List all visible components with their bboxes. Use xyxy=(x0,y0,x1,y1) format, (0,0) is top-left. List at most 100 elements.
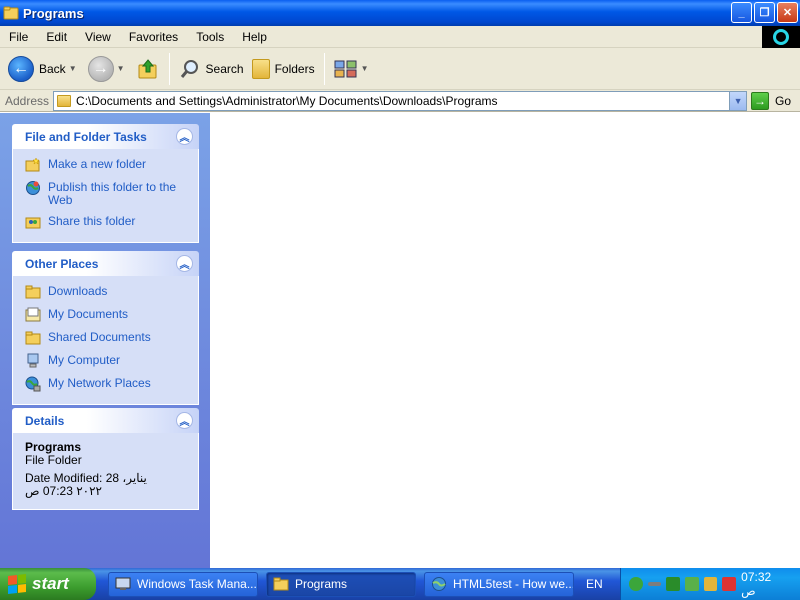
clock[interactable]: 07:32 ص xyxy=(741,570,788,598)
panel-header[interactable]: Details ︽ xyxy=(12,408,199,433)
panel-title: Details xyxy=(25,413,65,428)
place-label: My Network Places xyxy=(48,376,151,390)
up-button[interactable] xyxy=(132,51,164,87)
place-label: Shared Documents xyxy=(48,330,151,344)
panel-header[interactable]: File and Folder Tasks ︽ xyxy=(12,124,199,149)
menu-favorites[interactable]: Favorites xyxy=(120,30,187,44)
back-label: Back xyxy=(39,61,66,76)
details-panel: Details ︽ Programs File Folder Date Modi… xyxy=(12,408,199,510)
back-button[interactable]: ← Back ▼ xyxy=(4,51,84,87)
update-icon[interactable] xyxy=(703,577,718,591)
panel-body: Programs File Folder Date Modified: 28 ي… xyxy=(12,433,199,510)
address-dropdown-icon[interactable]: ▼ xyxy=(729,91,747,110)
menu-help[interactable]: Help xyxy=(233,30,276,44)
details-type: File Folder xyxy=(25,453,82,467)
search-label: Search xyxy=(205,61,244,76)
taskbar-item-task-manager[interactable]: Windows Task Mana... xyxy=(108,571,258,597)
task-pane: File and Folder Tasks ︽ Make a new folde… xyxy=(0,113,210,568)
back-arrow-icon: ← xyxy=(8,55,34,82)
forward-arrow-icon: → xyxy=(87,55,114,82)
toolbar-separator xyxy=(168,52,170,85)
place-label: My Computer xyxy=(48,353,121,367)
collapse-icon[interactable]: ︽ xyxy=(176,128,193,145)
task-make-new-folder[interactable]: Make a new folder xyxy=(25,157,198,173)
go-button[interactable]: → Go xyxy=(751,91,791,110)
search-button[interactable]: Search xyxy=(175,51,248,87)
menu-file[interactable]: File xyxy=(0,30,37,44)
toolbar: ← Back ▼ → ▼ Search Folders ▼ xyxy=(0,48,800,90)
panel-title: File and Folder Tasks xyxy=(25,129,147,144)
windows-logo-icon xyxy=(762,26,800,48)
file-folder-tasks-panel: File and Folder Tasks ︽ Make a new folde… xyxy=(12,124,199,243)
close-button[interactable]: ✕ xyxy=(777,2,798,23)
utorrent-icon[interactable] xyxy=(629,577,643,591)
minimize-button[interactable]: _ xyxy=(731,2,752,23)
folder-icon xyxy=(25,285,41,299)
restore-button[interactable]: ❐ xyxy=(754,2,775,23)
my-documents-icon xyxy=(25,307,41,322)
address-bar: Address C:\Documents and Settings\Admini… xyxy=(0,90,800,112)
title-bar: Programs _ ❐ ✕ xyxy=(0,0,800,26)
start-button[interactable]: start xyxy=(0,568,96,600)
panel-title: Other Places xyxy=(25,256,99,271)
share-folder-icon xyxy=(25,217,41,229)
browser-globe-icon xyxy=(432,577,446,591)
menu-edit[interactable]: Edit xyxy=(37,30,76,44)
place-my-documents[interactable]: My Documents xyxy=(25,307,198,323)
network-cable-icon[interactable] xyxy=(647,582,662,586)
taskbar-item-programs[interactable]: Programs xyxy=(266,571,416,597)
address-path[interactable]: C:\Documents and Settings\Administrator\… xyxy=(76,94,498,108)
collapse-icon[interactable]: ︽ xyxy=(176,412,193,429)
folder-icon xyxy=(273,577,289,591)
collapse-icon[interactable]: ︽ xyxy=(176,255,193,272)
task-label: Share this folder xyxy=(48,214,136,228)
place-my-network-places[interactable]: My Network Places xyxy=(25,376,198,392)
window-controls: _ ❐ ✕ xyxy=(731,2,798,23)
taskbar-item-label: Programs xyxy=(295,577,348,591)
publish-web-icon xyxy=(26,181,40,195)
shield-icon[interactable] xyxy=(722,577,737,591)
taskbar-item-label: Windows Task Mana... xyxy=(137,577,257,591)
forward-dropdown-icon[interactable]: ▼ xyxy=(117,64,125,73)
taskbar: start Windows Task Mana... Programs HTML… xyxy=(0,568,800,600)
views-button[interactable]: ▼ xyxy=(330,51,376,87)
address-input[interactable]: C:\Documents and Settings\Administrator\… xyxy=(53,90,748,111)
folders-button[interactable]: Folders xyxy=(248,51,319,87)
new-folder-icon xyxy=(25,157,40,172)
task-manager-icon xyxy=(115,577,131,590)
place-shared-documents[interactable]: Shared Documents xyxy=(25,330,198,346)
taskbar-item-html5test[interactable]: HTML5test - How we... xyxy=(424,571,574,597)
language-indicator[interactable]: EN xyxy=(586,577,603,591)
place-downloads[interactable]: Downloads xyxy=(25,284,198,300)
network-places-icon xyxy=(25,376,41,392)
start-label: start xyxy=(32,574,69,593)
views-dropdown-icon[interactable]: ▼ xyxy=(361,64,369,73)
folders-label: Folders xyxy=(274,61,315,76)
task-share-folder[interactable]: Share this folder xyxy=(25,214,198,230)
panel-body: Make a new folder Publish this folder to… xyxy=(12,149,199,243)
other-places-panel: Other Places ︽ Downloads My Documents Sh… xyxy=(12,251,199,405)
security-icon[interactable] xyxy=(666,577,681,591)
up-folder-icon xyxy=(138,58,157,78)
windows-flag-icon xyxy=(8,574,26,594)
toolbar-separator xyxy=(323,52,325,85)
go-arrow-icon: → xyxy=(751,91,770,110)
folder-icon xyxy=(57,94,72,107)
panel-header[interactable]: Other Places ︽ xyxy=(12,251,199,276)
forward-button[interactable]: → ▼ xyxy=(84,51,132,87)
address-label: Address xyxy=(5,93,50,108)
task-publish-web[interactable]: Publish this folder to the Web xyxy=(25,180,198,207)
place-my-computer[interactable]: My Computer xyxy=(25,353,198,369)
system-tray: 07:32 ص xyxy=(620,568,800,600)
task-label: Make a new folder xyxy=(48,157,147,171)
menu-tools[interactable]: Tools xyxy=(187,30,233,44)
panel-body: Downloads My Documents Shared Documents xyxy=(12,276,199,405)
details-modified: Date Modified: 28 يناير، ٢٠٢٢ 07:23 ص xyxy=(25,471,147,498)
back-dropdown-icon[interactable]: ▼ xyxy=(69,64,77,73)
file-list-area[interactable] xyxy=(210,113,800,568)
folders-icon xyxy=(251,58,270,79)
search-icon xyxy=(180,59,198,78)
network-icon[interactable] xyxy=(685,577,699,591)
menu-view[interactable]: View xyxy=(76,30,120,44)
task-label: Publish this folder to the Web xyxy=(48,180,177,207)
